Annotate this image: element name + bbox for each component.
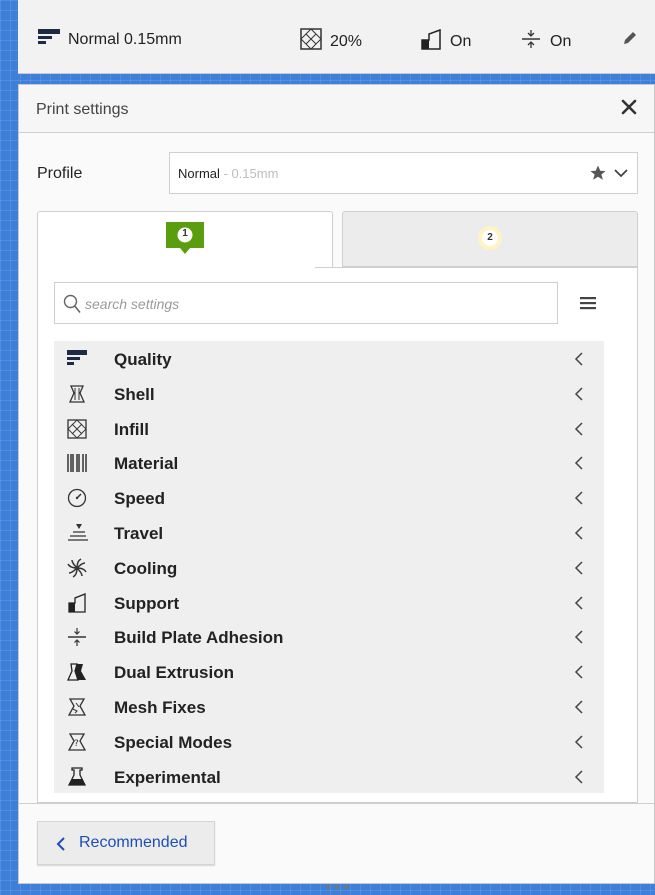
search-input[interactable] [83,292,547,316]
chevron-left-icon [574,387,584,406]
drag-handle-icon [326,885,348,889]
summary-infill[interactable]: 20% [300,28,362,55]
search-icon [63,294,81,319]
print-settings-panel: Print settings Profile Normal - 0.15mm 1… [18,84,655,889]
close-icon [621,99,637,115]
panel-header: Print settings [19,85,654,133]
chevron-down-icon[interactable] [613,166,629,185]
settings-visibility-menu-button[interactable] [579,295,597,316]
category-special-modes[interactable]: ? Special Modes [54,724,604,759]
category-material[interactable]: Material [54,445,604,480]
svg-text:?: ? [74,739,79,749]
chevron-left-icon [56,837,66,856]
quality-icon [67,349,87,369]
summary-infill-value: 20% [330,32,363,50]
support-icon [67,592,87,613]
chevron-left-icon [574,561,584,580]
support-icon [420,28,442,55]
print-setup-summary-bar[interactable]: Normal 0.15mm 20% On On [18,0,655,74]
material-icon [67,453,87,473]
quality-bars-icon [38,28,60,51]
category-travel[interactable]: Travel [54,515,604,550]
chevron-left-icon [574,770,584,789]
profile-dropdown[interactable]: Normal - 0.15mm [169,152,638,194]
chevron-left-icon [574,526,584,545]
profile-label: Profile [37,165,83,182]
chevron-left-icon [574,700,584,719]
recommended-mode-button[interactable]: Recommended [37,821,215,865]
chevron-left-icon [574,630,584,649]
category-label: Material [114,454,179,474]
infill-icon [300,28,322,55]
category-label: Quality [114,350,172,369]
edit-settings-button[interactable] [622,30,638,51]
recommended-label: Recommended [79,834,188,851]
chevron-left-icon [574,596,584,615]
category-label: Build Plate Adhesion [114,628,284,648]
chevron-left-icon [574,422,584,441]
settings-category-list: Quality Shell Infill Material Speed Trav… [54,341,604,793]
category-speed[interactable]: Speed [54,480,604,515]
chevron-left-icon [574,456,584,475]
summary-profile-label: Normal 0.15mm [68,30,182,48]
chevron-left-icon [574,665,584,684]
summary-profile[interactable]: Normal 0.15mm [38,28,182,51]
category-label: Dual Extrusion [114,663,234,683]
adhesion-icon [520,28,542,55]
extruder-2-badge: 2 [477,225,503,256]
summary-adhesion[interactable]: On [520,28,571,55]
special-modes-icon: ? [67,732,87,752]
category-quality[interactable]: Quality [54,341,604,376]
summary-support-value: On [450,32,472,50]
category-label: Shell [114,384,155,404]
category-shell[interactable]: Shell [54,376,604,411]
cooling-fan-icon [67,558,87,578]
adhesion-icon [67,627,87,647]
infill-icon [67,418,87,439]
category-label: Infill [114,419,149,439]
category-label: Speed [114,489,166,509]
tab-divider [315,267,638,268]
extruder-1-badge: 1 [166,222,204,263]
speed-icon [67,488,87,508]
extruder-1-number: 1 [182,228,188,239]
pencil-icon [622,30,638,51]
category-label: Experimental [114,767,221,787]
travel-icon [67,523,88,543]
category-support[interactable]: Support [54,585,604,620]
category-label: Cooling [114,558,178,578]
category-label: Mesh Fixes [114,697,206,717]
panel-resize-handle[interactable] [324,877,350,895]
category-dual-extrusion[interactable]: Dual Extrusion [54,654,604,689]
dual-extrusion-icon [66,662,87,682]
category-build-plate-adhesion[interactable]: Build Plate Adhesion [54,619,604,654]
shell-icon [67,384,87,404]
summary-support[interactable]: On [420,28,471,55]
chevron-left-icon [574,735,584,754]
extruder-2-number: 2 [487,232,493,243]
hamburger-menu-icon [580,297,596,310]
category-mesh-fixes[interactable]: Mesh Fixes [54,689,604,724]
panel-title: Print settings [36,101,129,118]
category-cooling[interactable]: Cooling [54,550,604,585]
footer-divider [19,803,654,804]
summary-adhesion-value: On [550,32,572,50]
tab-extruder-1[interactable]: 1 [37,211,333,269]
category-label: Travel [114,523,164,543]
tab-extruder-2[interactable]: 2 [342,211,638,267]
close-button[interactable] [618,96,640,118]
chevron-left-icon [574,352,584,371]
category-label: Support [114,593,180,613]
mesh-fixes-icon [67,697,87,717]
category-infill[interactable]: Infill [54,411,604,446]
search-box[interactable] [54,282,558,324]
experimental-flask-icon [67,766,87,787]
profile-selected-value: Normal - 0.15mm [178,166,279,181]
chevron-left-icon [574,491,584,510]
category-experimental[interactable]: Experimental [54,759,604,794]
category-label: Special Modes [114,732,233,752]
star-icon[interactable] [589,164,607,187]
